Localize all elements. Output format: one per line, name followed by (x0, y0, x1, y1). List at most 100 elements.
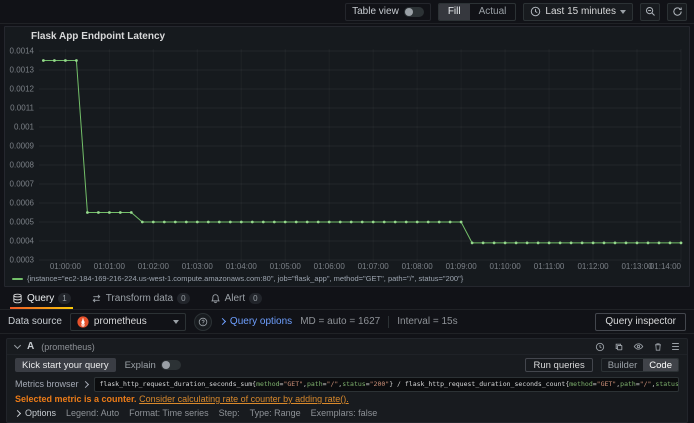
svg-text:01:04:00: 01:04:00 (226, 262, 258, 271)
run-queries-button[interactable]: Run queries (525, 358, 593, 372)
query-datasource-hint: (prometheus) (41, 341, 95, 352)
fill-button[interactable]: Fill (438, 3, 470, 20)
table-view-toggle[interactable] (403, 6, 424, 17)
time-range-label: Last 15 minutes (545, 6, 616, 17)
actual-button[interactable]: Actual (470, 4, 516, 20)
option-format: Format: Time series (129, 408, 209, 418)
query-right-tools: Run queries Builder Code (525, 358, 679, 372)
zoom-out-button[interactable] (640, 2, 660, 21)
svg-text:0.0011: 0.0011 (10, 104, 34, 113)
drag-handle[interactable] (672, 342, 679, 351)
query-ref-id: A (27, 341, 35, 352)
divider (388, 315, 390, 328)
query-editor-row: Metrics browser flask_http_request_durat… (7, 375, 687, 393)
chart-legend: {instance="ec2-184-169-216-224.us-west-1… (5, 272, 689, 285)
svg-text:01:08:00: 01:08:00 (402, 262, 434, 271)
option-type: Type: Range (249, 408, 301, 418)
series-marker-icon (12, 277, 23, 280)
query-options-toggle[interactable]: Query options (218, 316, 293, 327)
tab-query-label: Query (27, 293, 55, 304)
explain-group: Explain (125, 360, 181, 371)
warning-hint-link[interactable]: Consider calculating rate of counter by … (139, 394, 349, 404)
prometheus-logo-icon (77, 315, 89, 328)
explain-label: Explain (124, 359, 156, 371)
datasource-picker[interactable]: prometheus (69, 312, 186, 331)
query-toolbar: Kick start your query Explain Run querie… (7, 355, 687, 375)
chevron-right-icon (13, 409, 22, 417)
editor-tabs: Query 1 Transform data 0 Alert 0 (0, 288, 694, 310)
interval-summary: Interval = 15s (397, 316, 458, 327)
metrics-browser-label: Metrics browser (15, 379, 79, 389)
promql-input[interactable]: flask_http_request_duration_seconds_sum{… (93, 376, 679, 392)
chevron-right-icon (81, 380, 89, 388)
datasource-value: prometheus (93, 316, 147, 327)
datasource-label: Data source (8, 316, 62, 327)
svg-text:01:11:00: 01:11:00 (534, 262, 565, 271)
datasource-row: Data source prometheus Query options MD … (0, 310, 694, 334)
kick-start-query-button[interactable]: Kick start your query (15, 358, 116, 372)
tab-alert-count: 0 (249, 293, 262, 304)
toolbar: Table view Fill Actual Last 15 minutes (0, 0, 694, 24)
query-row-a: A (prometheus) Kick start your query Exp… (6, 338, 688, 423)
query-options-label: Query options (229, 316, 293, 327)
query-inspector-button[interactable]: Query inspector (595, 312, 686, 331)
tab-query-count: 1 (58, 293, 71, 304)
toggle-knob (161, 361, 170, 369)
chevron-down-icon[interactable] (13, 341, 22, 350)
options-label: Options (25, 408, 57, 418)
history-icon[interactable] (595, 342, 605, 352)
chevron-right-icon (218, 317, 226, 326)
svg-text:01:10:00: 01:10:00 (490, 262, 522, 271)
svg-text:0.0013: 0.0013 (10, 66, 35, 75)
series-label[interactable]: {instance="ec2-184-169-216-224.us-west-1… (27, 274, 463, 283)
panel-title[interactable]: Flask App Endpoint Latency (5, 27, 689, 43)
question-mark-icon (198, 317, 208, 327)
svg-text:01:14:00: 01:14:00 (650, 262, 682, 271)
tab-alert[interactable]: Alert 0 (208, 288, 264, 309)
explain-toggle[interactable] (160, 360, 181, 370)
options-toggle[interactable]: Options (13, 408, 57, 418)
svg-text:01:13:00: 01:13:00 (621, 262, 653, 271)
copy-icon[interactable] (614, 342, 624, 352)
svg-text:01:07:00: 01:07:00 (358, 262, 390, 271)
trash-icon[interactable] (653, 342, 663, 352)
svg-text:01:06:00: 01:06:00 (314, 262, 346, 271)
latency-chart[interactable]: 0.0014 0.0013 0.0012 0.0011 0.001 0.0009 0.000… (5, 43, 689, 272)
datasource-help-button[interactable] (193, 312, 212, 331)
counter-warning: Selected metric is a counter. Consider c… (7, 393, 687, 405)
query-options-collapsed: Options Legend: Auto Format: Time series… (7, 405, 687, 422)
toggle-knob (404, 7, 413, 16)
warning-text: Selected metric is a counter. (15, 394, 137, 404)
eye-icon[interactable] (633, 341, 644, 352)
svg-text:01:09:00: 01:09:00 (446, 262, 478, 271)
svg-text:0.0004: 0.0004 (10, 237, 35, 246)
clock-icon (530, 6, 541, 17)
svg-text:0.0005: 0.0005 (10, 218, 35, 227)
svg-text:01:03:00: 01:03:00 (182, 262, 214, 271)
svg-text:0.001: 0.001 (14, 123, 35, 132)
refresh-button[interactable] (667, 2, 687, 21)
metrics-browser-toggle[interactable]: Metrics browser (15, 379, 89, 389)
option-step: Step: (218, 408, 240, 418)
tab-query[interactable]: Query 1 (10, 288, 73, 309)
database-icon (12, 293, 23, 304)
svg-text:01:05:00: 01:05:00 (270, 262, 302, 271)
query-row-header[interactable]: A (prometheus) (7, 339, 687, 355)
code-mode-button[interactable]: Code (643, 359, 678, 371)
svg-text:01:00:00: 01:00:00 (50, 262, 82, 271)
builder-mode-button[interactable]: Builder (602, 359, 644, 371)
builder-code-switch: Builder Code (600, 358, 679, 372)
query-row-actions (595, 341, 679, 352)
bell-icon (210, 293, 221, 304)
tab-transform-data[interactable]: Transform data 0 (89, 288, 192, 309)
time-range-picker[interactable]: Last 15 minutes (523, 2, 633, 21)
svg-text:01:02:00: 01:02:00 (138, 262, 170, 271)
svg-text:0.0014: 0.0014 (10, 47, 35, 56)
svg-text:01:01:00: 01:01:00 (94, 262, 126, 271)
refresh-icon (672, 6, 683, 17)
grafana-panel-editor: Table view Fill Actual Last 15 minutes F… (0, 0, 694, 423)
svg-text:0.0006: 0.0006 (10, 199, 35, 208)
svg-text:0.0009: 0.0009 (10, 142, 35, 151)
chevron-down-icon (172, 319, 179, 324)
table-view-group: Table view (345, 2, 431, 21)
